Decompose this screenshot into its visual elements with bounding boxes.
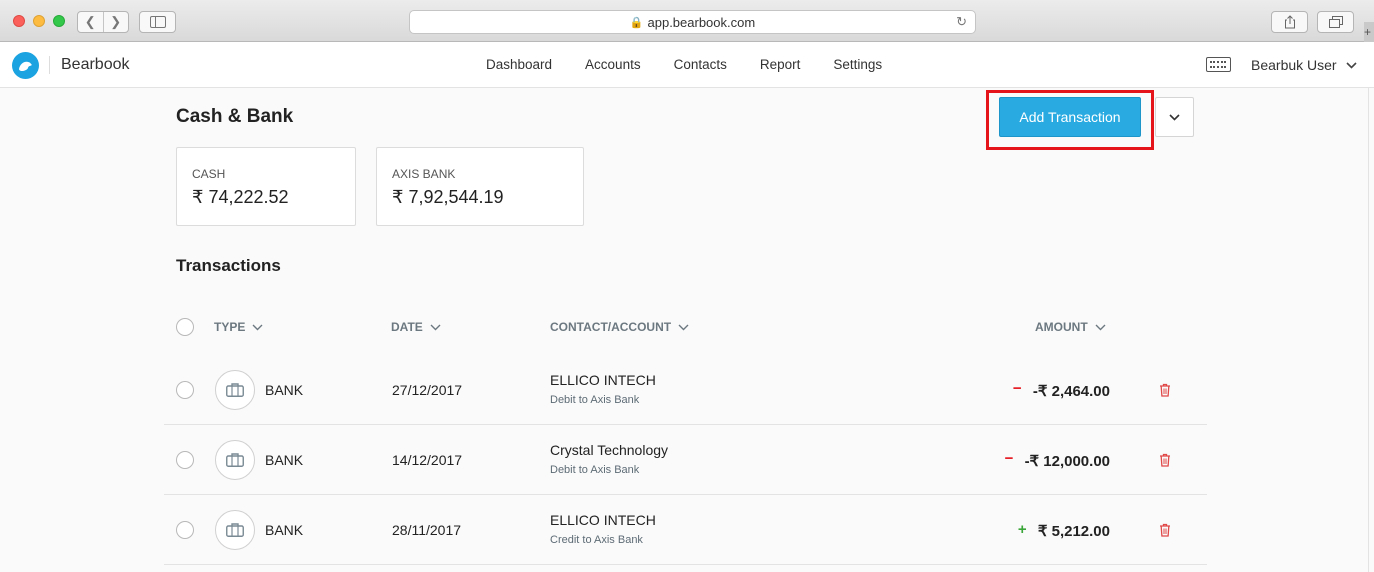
nav-settings[interactable]: Settings: [833, 57, 882, 72]
page-scrollbar[interactable]: [1368, 88, 1369, 572]
row-contact[interactable]: ELLICO INTECH: [550, 512, 656, 528]
row-select-radio[interactable]: [176, 381, 194, 399]
chevron-down-icon: [1169, 113, 1180, 121]
address-bar[interactable]: 🔒 app.bearbook.com ↻: [409, 10, 976, 34]
chevron-down-icon: [1346, 61, 1357, 69]
row-date: 28/11/2017: [392, 522, 462, 538]
type-icon-wrapper: [215, 440, 255, 480]
row-contact[interactable]: ELLICO INTECH: [550, 372, 656, 388]
transactions-title: Transactions: [176, 256, 281, 275]
briefcase-icon: [226, 523, 244, 537]
chevron-down-icon: [1095, 324, 1106, 330]
lock-icon: 🔒: [629, 16, 644, 29]
share-button[interactable]: [1271, 11, 1308, 33]
row-amount-sign: −: [1012, 380, 1022, 397]
column-header-type[interactable]: TYPE: [214, 320, 263, 334]
column-header-label: TYPE: [214, 320, 246, 334]
tabs-icon: [1328, 16, 1343, 28]
delete-icon[interactable]: [1159, 523, 1171, 537]
row-select-radio[interactable]: [176, 521, 194, 539]
browser-toolbar: ❮ ❯ 🔒 app.bearbook.com ↻ +: [0, 0, 1374, 42]
account-card-label: AXIS BANK: [392, 167, 456, 181]
user-name: Bearbuk User: [1251, 57, 1337, 73]
row-amount: -₹ 12,000.00: [1024, 453, 1110, 470]
briefcase-icon: [226, 453, 244, 467]
account-card-label: CASH: [192, 167, 226, 181]
row-type: BANK: [265, 382, 304, 398]
tab-overview-button[interactable]: [1317, 11, 1354, 33]
row-select-radio[interactable]: [176, 451, 194, 469]
zoom-window-button[interactable]: [53, 15, 65, 27]
logo-divider: [49, 56, 50, 74]
chevron-down-icon: [430, 324, 441, 330]
account-card-axis-bank[interactable]: AXIS BANK ₹ 7,92,544.19: [376, 147, 584, 226]
column-header-contact[interactable]: CONTACT/ACCOUNT: [550, 320, 689, 334]
row-amount-sign: −: [1004, 450, 1014, 467]
main-nav: Dashboard Accounts Contacts Report Setti…: [486, 57, 915, 72]
user-menu[interactable]: Bearbuk User: [1251, 57, 1357, 73]
column-header-amount[interactable]: AMOUNT: [1035, 320, 1106, 334]
row-type: BANK: [265, 522, 304, 538]
table-row[interactable]: BANK 27/12/2017 ELLICO INTECH Debit to A…: [164, 355, 1207, 425]
close-window-button[interactable]: [13, 15, 25, 27]
row-contact[interactable]: Crystal Technology: [550, 442, 668, 458]
row-date: 14/12/2017: [392, 452, 463, 468]
bear-logo-icon[interactable]: [12, 52, 39, 79]
row-account: Credit to Axis Bank: [550, 534, 643, 546]
row-account: Debit to Axis Bank: [550, 394, 640, 406]
row-date: 27/12/2017: [392, 382, 463, 398]
new-tab-button[interactable]: +: [1364, 22, 1374, 42]
row-type: BANK: [265, 452, 304, 468]
nav-accounts[interactable]: Accounts: [585, 57, 641, 72]
column-header-label: CONTACT/ACCOUNT: [550, 320, 672, 334]
select-all-radio[interactable]: [176, 318, 194, 336]
sidebar-toggle-button[interactable]: [139, 11, 176, 33]
chevron-down-icon: [252, 324, 263, 330]
share-icon: [1284, 15, 1295, 29]
sidebar-icon: [149, 16, 166, 28]
back-icon[interactable]: ❮: [78, 12, 103, 32]
history-nav: ❮ ❯: [77, 11, 129, 33]
column-header-label: DATE: [391, 320, 423, 334]
table-row[interactable]: BANK 28/11/2017 ELLICO INTECH Credit to …: [164, 495, 1207, 565]
add-transaction-button[interactable]: Add Transaction: [999, 97, 1141, 137]
brand-name[interactable]: Bearbook: [61, 56, 130, 74]
reload-icon[interactable]: ↻: [956, 14, 967, 30]
type-icon-wrapper: [215, 370, 255, 410]
account-card-balance: ₹ 74,222.52: [192, 187, 289, 207]
account-card-cash[interactable]: CASH ₹ 74,222.52: [176, 147, 356, 226]
add-options-dropdown-button[interactable]: [1155, 97, 1194, 137]
minimize-window-button[interactable]: [33, 15, 45, 27]
account-card-balance: ₹ 7,92,544.19: [392, 187, 504, 207]
chevron-down-icon: [678, 324, 689, 330]
briefcase-icon: [226, 383, 244, 397]
row-account: Debit to Axis Bank: [550, 464, 640, 476]
column-header-date[interactable]: DATE: [391, 320, 441, 334]
row-amount: ₹ 5,212.00: [1037, 523, 1110, 540]
nav-contacts[interactable]: Contacts: [674, 57, 727, 72]
url-text: app.bearbook.com: [647, 14, 756, 30]
delete-icon[interactable]: [1159, 383, 1171, 397]
nav-dashboard[interactable]: Dashboard: [486, 57, 552, 72]
table-row[interactable]: BANK 14/12/2017 Crystal Technology Debit…: [164, 425, 1207, 495]
delete-icon[interactable]: [1159, 453, 1171, 467]
keyboard-shortcuts-icon[interactable]: [1206, 57, 1231, 72]
row-amount: -₹ 2,464.00: [1032, 383, 1110, 400]
page-title: Cash & Bank: [176, 106, 294, 127]
type-icon-wrapper: [215, 510, 255, 550]
row-amount-sign: +: [1017, 521, 1027, 538]
column-header-label: AMOUNT: [1035, 320, 1088, 334]
table-header: TYPE DATE CONTACT/ACCOUNT AMOUNT: [164, 316, 1207, 338]
forward-icon[interactable]: ❯: [102, 12, 129, 32]
app-header: Bearbook Dashboard Accounts Contacts Rep…: [0, 42, 1374, 88]
nav-report[interactable]: Report: [760, 57, 801, 72]
